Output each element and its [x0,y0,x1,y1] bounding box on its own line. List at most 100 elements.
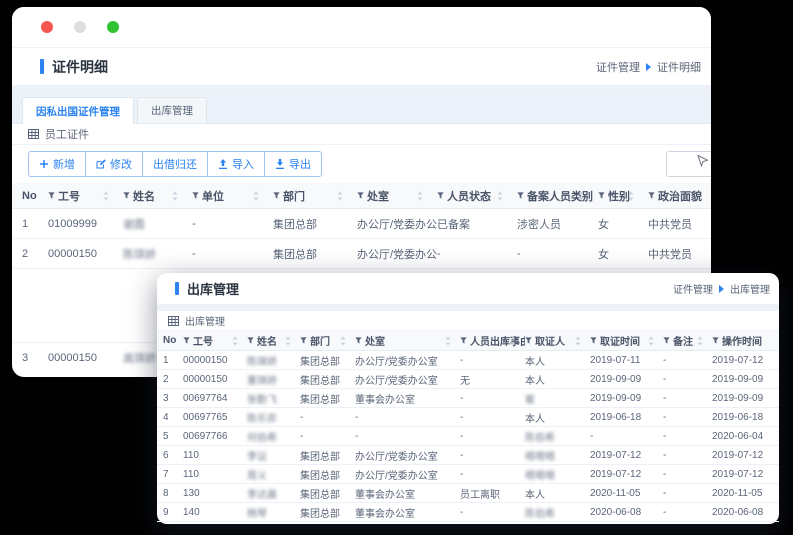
sort-control[interactable] [253,191,259,200]
column-header[interactable]: 性别 [598,188,648,204]
tab-0[interactable]: 因私出国证件管理 [22,97,134,124]
column-header[interactable]: 政治面貌 [648,188,710,204]
sort-control[interactable] [417,191,423,200]
filter-icon[interactable] [517,192,524,199]
table-cell: 谢霞 [123,218,145,231]
table-cell: 2 [163,373,169,385]
column-header[interactable]: 处室 [355,333,460,348]
filter-icon[interactable] [663,337,670,344]
sort-control[interactable] [340,336,346,345]
zoom-window-button[interactable] [107,21,119,33]
column-label: 处室 [365,337,385,348]
column-header[interactable]: 人员出库事由 [460,333,525,348]
filter-icon[interactable] [590,337,597,344]
table-cell: - [460,430,464,442]
sort-control[interactable] [285,336,291,345]
table-row[interactable]: 1 01009999 谢霞 - 集团总部 办公厅/党委办公室已备案 涉密人员 女 中共党员 [12,209,711,239]
filter-icon[interactable] [525,337,532,344]
minimize-window-button[interactable] [74,21,86,33]
table-row[interactable]: 2 00000150 董琪娇 集团总部 办公厅/党委办公室 无 本人 2019-09-09 - 2… [157,370,779,389]
filter-icon[interactable] [273,192,280,199]
tab-1[interactable]: 出库管理 [137,97,207,123]
column-header[interactable]: 姓名 [123,188,192,204]
table-row[interactable]: 3 00697764 张勤飞 集团总部 董事会办公室 - 崔 2019-09-09 - 2019-… [157,389,779,408]
sort-control[interactable] [697,336,703,345]
breadcrumb-parent[interactable]: 证件管理 [673,281,713,296]
table-row[interactable]: 1 00000150 陈琪娇 集团总部 办公厅/党委办公室 - 本人 2019-07-11 - 2… [157,351,779,370]
column-header[interactable]: 单位 [192,188,273,204]
column-header[interactable]: 部门 [273,188,357,204]
sort-control[interactable] [578,191,584,200]
table-cell: 集团总部 [273,218,317,231]
table-row[interactable]: 4 00697765 陈乐弈 - - - 本人 2019-06-18 - 2019-06-18 [157,408,779,427]
table-cell: 周义 [247,470,267,482]
table-row[interactable]: 6 110 李议 集团总部 办公厅/党委办公室 - 嗯嗯嗯 2019-07-12 - 2019-0… [157,446,779,465]
table-row[interactable]: 200000150陈琪娇-集团总部办公厅/党委办公室--女中共党员 [12,239,711,269]
table-cell: 6 [163,449,169,461]
sort-control[interactable] [628,191,634,200]
filter-icon[interactable] [648,192,655,199]
sort-control[interactable] [510,336,516,345]
column-label: 备注 [673,337,693,348]
filter-icon[interactable] [355,337,362,344]
filter-icon[interactable] [247,337,254,344]
close-window-button[interactable] [41,21,53,33]
column-header[interactable]: 工号 [48,188,123,204]
sort-control[interactable] [648,336,654,345]
sort-control[interactable] [445,336,451,345]
filter-icon[interactable] [192,192,199,199]
column-header[interactable]: 取证人 [525,333,590,348]
toolbar-button[interactable]: 导入 [207,151,265,177]
toolbar-button[interactable]: 出借归还 [142,151,208,177]
table-row[interactable]: 8 130 李达晨 集团总部 董事会办公室 员工离职 本人 2020-11-05 - 2020-1… [157,484,779,503]
filter-icon[interactable] [460,337,467,344]
table-cell: 130 [183,487,200,499]
column-header[interactable]: 人员状态 [437,188,517,204]
breadcrumb-parent[interactable]: 证件管理 [596,59,640,75]
table-cell: 2020-06-08 [590,506,642,518]
column-header[interactable]: 部门 [300,333,355,348]
filter-icon[interactable] [123,192,130,199]
table-row[interactable]: 7 110 周义 集团总部 办公厅/党委办公室 - 嗯嗯嗯 2019-07-12 - 2019-0… [157,465,779,484]
sort-control[interactable] [232,336,238,345]
filter-icon[interactable] [183,337,190,344]
filter-icon[interactable] [357,192,364,199]
filter-icon[interactable] [300,337,307,344]
toolbar-button[interactable]: 修改 [85,151,143,177]
sort-control[interactable] [103,191,109,200]
sort-control[interactable] [337,191,343,200]
column-header[interactable]: 工号 [183,333,247,348]
table-cell: 2019-07-12 [712,449,764,461]
table-cell: 董事会办公室 [355,489,415,501]
sort-icon [285,336,291,345]
column-header[interactable]: 操作时间 [712,333,771,348]
sort-icon [578,191,584,200]
table-row[interactable]: 9 140 杨琴 集团总部 董事会办公室 - 陈伯希 2020-06-08 - 2020-06-0… [157,503,779,522]
table-cell: 陈乐弈 [247,413,277,425]
filter-icon[interactable] [48,192,55,199]
table-cell: - [300,411,304,423]
sort-control[interactable] [575,336,581,345]
upload-icon [219,159,227,169]
table-cell: 2019-09-09 [712,392,764,404]
sort-control[interactable] [497,191,503,200]
table-cell: - [663,487,667,499]
column-label: 人员状态 [447,190,491,203]
column-header[interactable]: 姓名 [247,333,300,348]
button-label: 导入 [232,159,254,171]
column-header[interactable]: 备注 [663,333,712,348]
sort-control[interactable] [172,191,178,200]
filter-icon[interactable] [598,192,605,199]
table-row[interactable]: 5 00697766 何伯希 - - - 陈伯希 - - 2020-06-04 [157,427,779,446]
toolbar-button[interactable]: 新增 [28,151,86,177]
column-header[interactable]: 处室 [357,188,437,204]
table-cell: 女 [598,218,609,231]
filter-icon[interactable] [437,192,444,199]
column-header[interactable]: 取证时间 [590,333,663,348]
table-cell: 张勤飞 [247,394,277,406]
filter-icon[interactable] [712,337,719,344]
sort-icon [628,191,634,200]
table-cell: - [437,247,441,260]
column-header[interactable]: 备案人员类别 [517,188,598,204]
toolbar-button[interactable]: 导出 [264,151,322,177]
